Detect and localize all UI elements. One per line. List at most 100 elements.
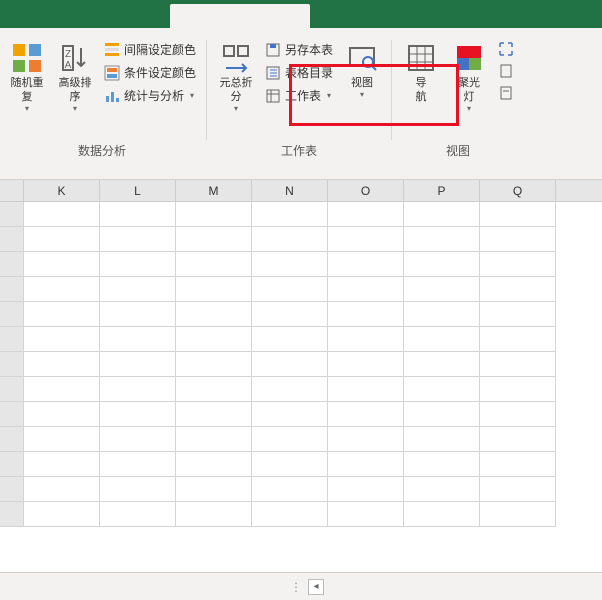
cell[interactable] — [328, 477, 404, 502]
misc-button-1[interactable] — [496, 40, 516, 58]
cell[interactable] — [100, 477, 176, 502]
cell[interactable] — [252, 252, 328, 277]
cell[interactable] — [252, 427, 328, 452]
column-header[interactable]: N — [252, 180, 328, 201]
cell[interactable] — [328, 302, 404, 327]
cell[interactable] — [404, 477, 480, 502]
cell[interactable] — [404, 452, 480, 477]
cell[interactable] — [100, 277, 176, 302]
row-header[interactable] — [0, 427, 24, 452]
column-header[interactable]: K — [24, 180, 100, 201]
row-header[interactable] — [0, 477, 24, 502]
row-header[interactable] — [0, 327, 24, 352]
cell[interactable] — [100, 377, 176, 402]
cell[interactable] — [100, 202, 176, 227]
interval-color-button[interactable]: 间隔设定颜色 — [102, 40, 198, 59]
cell[interactable] — [328, 427, 404, 452]
cell[interactable] — [252, 377, 328, 402]
cell[interactable] — [480, 352, 556, 377]
cell[interactable] — [328, 502, 404, 527]
cell[interactable] — [480, 377, 556, 402]
cell[interactable] — [480, 302, 556, 327]
cell[interactable] — [404, 252, 480, 277]
row-header[interactable] — [0, 452, 24, 477]
cell[interactable] — [100, 427, 176, 452]
cell[interactable] — [480, 402, 556, 427]
cell[interactable] — [252, 477, 328, 502]
cell[interactable] — [480, 452, 556, 477]
cell[interactable] — [480, 277, 556, 302]
cell[interactable] — [480, 227, 556, 252]
row-header[interactable] — [0, 302, 24, 327]
cell[interactable] — [480, 252, 556, 277]
cell[interactable] — [328, 227, 404, 252]
cell[interactable] — [404, 327, 480, 352]
sheet-prev-button[interactable]: ◂ — [308, 579, 324, 595]
cell[interactable] — [404, 377, 480, 402]
cell[interactable] — [404, 502, 480, 527]
stats-analysis-button[interactable]: 统计与分析 ▾ — [102, 86, 198, 105]
cell[interactable] — [480, 502, 556, 527]
cell[interactable] — [100, 352, 176, 377]
cell[interactable] — [328, 377, 404, 402]
cell[interactable] — [480, 427, 556, 452]
cell[interactable] — [176, 377, 252, 402]
cell[interactable] — [404, 227, 480, 252]
row-header[interactable] — [0, 252, 24, 277]
column-header[interactable]: L — [100, 180, 176, 201]
column-header[interactable]: O — [328, 180, 404, 201]
cell[interactable] — [404, 427, 480, 452]
view-button[interactable]: 视图 ▾ — [341, 38, 383, 103]
cell[interactable] — [100, 502, 176, 527]
cell[interactable] — [176, 252, 252, 277]
cell[interactable] — [252, 202, 328, 227]
cell[interactable] — [24, 377, 100, 402]
cell[interactable] — [252, 452, 328, 477]
row-header[interactable] — [0, 502, 24, 527]
cell[interactable] — [24, 477, 100, 502]
cell[interactable] — [328, 352, 404, 377]
cell[interactable] — [24, 402, 100, 427]
table-toc-button[interactable]: 表格目录 — [263, 63, 335, 82]
cell[interactable] — [328, 277, 404, 302]
column-header[interactable]: M — [176, 180, 252, 201]
row-header[interactable] — [0, 352, 24, 377]
cell[interactable] — [328, 252, 404, 277]
cell[interactable] — [24, 227, 100, 252]
spotlight-button[interactable]: 聚光 灯 ▾ — [448, 38, 490, 117]
cell[interactable] — [328, 202, 404, 227]
cell[interactable] — [252, 277, 328, 302]
cell[interactable] — [100, 402, 176, 427]
cell[interactable] — [404, 202, 480, 227]
cell[interactable] — [176, 327, 252, 352]
cell[interactable] — [24, 302, 100, 327]
cell[interactable] — [176, 202, 252, 227]
row-header[interactable] — [0, 402, 24, 427]
cell[interactable] — [328, 402, 404, 427]
row-header[interactable] — [0, 277, 24, 302]
cell[interactable] — [176, 402, 252, 427]
cell[interactable] — [480, 477, 556, 502]
cell[interactable] — [252, 352, 328, 377]
worksheet-button[interactable]: 工作表 ▾ — [263, 86, 335, 105]
condition-color-button[interactable]: 条件设定颜色 — [102, 63, 198, 82]
random-reorder-button[interactable]: 随机重 复 ▾ — [6, 38, 48, 117]
cell[interactable] — [100, 327, 176, 352]
cell[interactable] — [480, 327, 556, 352]
cell[interactable] — [176, 227, 252, 252]
misc-button-3[interactable] — [496, 84, 516, 102]
cell[interactable] — [252, 327, 328, 352]
advanced-sort-button[interactable]: ZA 高级排 序 ▾ — [54, 38, 96, 117]
split-button[interactable]: 元总折 分 ▾ — [215, 38, 257, 117]
row-header[interactable] — [0, 377, 24, 402]
save-copy-button[interactable]: 另存本表 — [263, 40, 335, 59]
spreadsheet-grid[interactable]: KLMNOPQ — [0, 180, 602, 572]
cell[interactable] — [176, 502, 252, 527]
cell[interactable] — [100, 452, 176, 477]
cell[interactable] — [176, 427, 252, 452]
cell[interactable] — [100, 227, 176, 252]
cell[interactable] — [328, 327, 404, 352]
cell[interactable] — [328, 452, 404, 477]
cell[interactable] — [404, 402, 480, 427]
cell[interactable] — [176, 352, 252, 377]
